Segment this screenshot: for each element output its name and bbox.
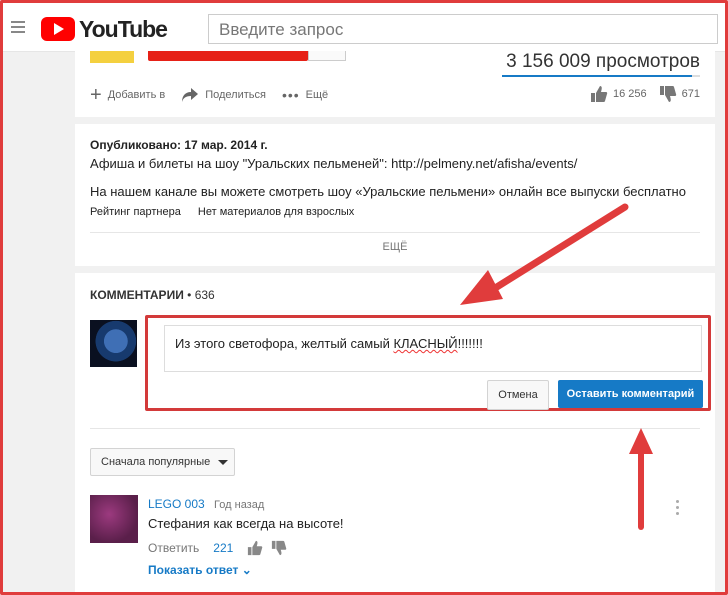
play-logo-icon — [41, 17, 75, 41]
description-meta: Рейтинг партнера Нет материалов для взро… — [90, 206, 354, 218]
youtube-logo[interactable]: YouTube — [41, 15, 168, 43]
video-actions: + Добавить в Поделиться ••• Ещё — [90, 84, 344, 106]
subscriber-count — [308, 51, 346, 61]
share-icon — [182, 88, 199, 102]
logo-text: YouTube — [79, 15, 168, 42]
show-replies-label: Показать ответ — [148, 563, 239, 577]
menu-icon[interactable] — [11, 21, 25, 36]
comment-like-count: 221 — [213, 541, 234, 555]
comments-header: КОММЕНТАРИИ • 636 — [90, 288, 215, 302]
share-label: Поделиться — [205, 89, 266, 101]
description-divider — [90, 232, 700, 233]
user-avatar[interactable] — [90, 320, 137, 367]
add-to-button[interactable]: + Добавить в — [90, 84, 166, 106]
more-actions-button[interactable]: ••• Ещё — [282, 87, 328, 103]
comments-divider — [90, 428, 700, 429]
add-to-label: Добавить в — [107, 89, 166, 101]
more-label: Ещё — [305, 89, 329, 101]
comment-actions: Ответить 221 — [148, 540, 295, 556]
view-count: 3 156 009 просмотров — [506, 51, 700, 72]
comment-time[interactable]: Год назад — [214, 499, 264, 511]
channel-thumbnail — [90, 51, 134, 63]
show-more-button[interactable]: ЕЩЁ — [75, 241, 715, 253]
post-comment-button[interactable]: Оставить комментарий — [558, 380, 703, 408]
share-button[interactable]: Поделиться — [181, 87, 266, 103]
comments-title: КОММЕНТАРИИ — [90, 288, 184, 302]
like-icon[interactable] — [590, 85, 608, 103]
top-bar: YouTube Введите запрос — [3, 3, 725, 52]
chevron-down-icon — [218, 459, 229, 465]
comment-draft-tail: !!!!!!! — [457, 336, 483, 351]
dislike-count: 671 — [681, 88, 700, 100]
plus-icon: + — [90, 84, 102, 106]
cancel-button[interactable]: Отмена — [487, 380, 549, 410]
more-dots-icon: ••• — [281, 87, 300, 103]
dislike-icon[interactable] — [659, 85, 677, 103]
description-line-1: Афиша и билеты на шоу "Уральских пельмен… — [90, 156, 578, 171]
description-panel: Опубликовано: 17 мар. 2014 г. Афиша и би… — [75, 124, 715, 266]
sort-label: Сначала популярные — [101, 456, 211, 468]
comment-compose-box: Из этого светофора, желтый самый КЛАСНЫЙ… — [145, 315, 711, 411]
show-replies-button[interactable]: Показать ответ ⌄ — [148, 563, 252, 577]
comments-panel: КОММЕНТАРИИ • 636 Из этого светофора, же… — [75, 273, 715, 595]
like-count: 16 256 — [612, 88, 647, 100]
dislike-icon[interactable] — [271, 540, 287, 556]
publish-date: Опубликовано: 17 мар. 2014 г. — [90, 138, 268, 152]
partner-rating-label: Рейтинг партнера — [90, 206, 181, 218]
chevron-down-icon: ⌄ — [241, 563, 252, 577]
adult-content-label: Нет материалов для взрослых — [197, 206, 355, 218]
rating-controls: 16 256 671 — [585, 85, 700, 103]
comment-input[interactable]: Из этого светофора, желтый самый КЛАСНЫЙ… — [164, 325, 702, 372]
misspelled-word: КЛАСНЫЙ — [393, 336, 458, 351]
sort-dropdown[interactable]: Сначала популярные — [90, 448, 235, 476]
reply-button[interactable]: Ответить — [148, 541, 199, 555]
comments-count: • 636 — [187, 288, 215, 302]
subscribe-button[interactable] — [148, 51, 308, 61]
comment-menu-icon[interactable] — [676, 500, 680, 518]
comment-author[interactable]: LEGO 003 — [148, 497, 205, 511]
search-input[interactable]: Введите запрос — [208, 14, 718, 44]
comment-draft-text: Из этого светофора, желтый самый — [175, 336, 394, 351]
like-icon[interactable] — [247, 540, 263, 556]
description-line-2: На нашем канале вы можете смотреть шоу «… — [90, 184, 686, 199]
video-info-panel: 3 156 009 просмотров + Добавить в Подели… — [75, 51, 715, 117]
like-ratio-bar — [502, 75, 700, 77]
comment-text: Стефания как всегда на высоте! — [148, 516, 344, 531]
comment-author-avatar[interactable] — [90, 495, 138, 543]
comment-header: LEGO 003 Год назад — [148, 497, 264, 511]
